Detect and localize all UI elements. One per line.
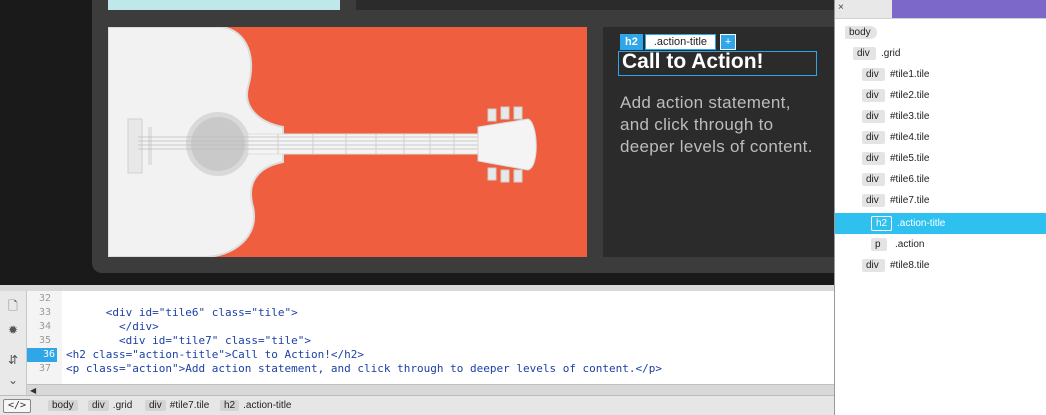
dom-node-grid[interactable]: div .grid — [835, 43, 1046, 64]
dom-node-tag: h2 — [871, 216, 893, 231]
dom-node-tile7[interactable]: div #tile7.tile — [835, 190, 1046, 211]
line-number: 34 — [38, 321, 51, 332]
breadcrumb-action-title[interactable]: h2 .action-title — [220, 399, 291, 412]
guitar-image — [108, 27, 537, 257]
code-view[interactable]: 🗋 ✹ ⇵ ⌄ 32 33 34 35 36 37 <div id="tile6… — [0, 285, 834, 396]
code-line[interactable]: </div> — [66, 320, 159, 334]
line-number: 33 — [38, 307, 51, 318]
dom-node-label: #tile3.tile — [890, 111, 930, 122]
dom-node-tile6[interactable]: div #tile6.tile — [835, 169, 1046, 190]
tile-6-guitar-image[interactable] — [108, 27, 587, 257]
line-number: 32 — [38, 293, 51, 304]
scroll-left-icon[interactable]: ◀ — [30, 386, 36, 395]
code-toolbar: 🗋 ✹ ⇵ ⌄ — [0, 291, 27, 395]
dom-node-tile8[interactable]: div #tile8.tile — [835, 255, 1046, 276]
breadcrumb-label: #tile7.tile — [169, 400, 210, 411]
dom-node-tile5[interactable]: div #tile5.tile — [835, 148, 1046, 169]
dom-node-label: .action-title — [897, 218, 946, 229]
dom-node-action[interactable]: p .action — [835, 234, 1046, 255]
dom-node-tag: p — [871, 238, 887, 251]
code-line[interactable]: <div id="tile6" class="tile"> — [66, 306, 298, 320]
dom-node-tag: div — [853, 47, 876, 60]
dom-node-label: #tile4.tile — [890, 132, 930, 143]
dom-node-body[interactable]: body — [835, 22, 1046, 43]
dom-node-tag: div — [862, 152, 885, 165]
action-paragraph[interactable]: Add action statement, and click through … — [620, 92, 825, 158]
dom-node-tag: div — [862, 89, 885, 102]
dom-panel-header: × — [835, 0, 1046, 19]
dom-node-label: #tile5.tile — [890, 153, 930, 164]
line-number-active: 36 — [27, 348, 57, 362]
dom-node-tile2[interactable]: div #tile2.tile — [835, 85, 1046, 106]
dom-node-label: .grid — [881, 48, 901, 59]
add-class-button[interactable]: + — [720, 34, 737, 50]
close-icon[interactable]: × — [838, 2, 844, 13]
dom-node-label: #tile8.tile — [890, 260, 930, 271]
breadcrumb-grid[interactable]: div .grid — [88, 399, 132, 412]
chevron-down-icon[interactable]: ⌄ — [6, 373, 20, 387]
breadcrumb-label: .action-title — [243, 400, 292, 411]
dom-node-action-title-selected[interactable]: h2 .action-title — [835, 213, 1046, 234]
settings-icon[interactable]: ✹ — [6, 323, 20, 337]
dom-node-tile1[interactable]: div #tile1.tile — [835, 64, 1046, 85]
dom-panel: × body div .grid div #tile1.tile div #ti… — [834, 0, 1046, 415]
code-line-active[interactable]: <h2 class="action-title">Call to Action!… — [66, 348, 364, 362]
code-line[interactable]: <div id="tile7" class="tile"> — [66, 334, 311, 348]
dom-node-tag: div — [862, 131, 885, 144]
line-number-gutter: 32 33 34 35 36 37 — [27, 291, 62, 384]
dom-node-label: #tile7.tile — [890, 195, 930, 206]
live-view: h2 .action-title + Call to Action! Add a… — [0, 0, 834, 285]
file-icon[interactable]: 🗋 — [6, 299, 20, 313]
dom-node-label: #tile6.tile — [890, 174, 930, 185]
breadcrumb-tile7[interactable]: div #tile7.tile — [145, 399, 209, 412]
dom-node-tile4[interactable]: div #tile4.tile — [835, 127, 1046, 148]
element-tag-chip[interactable]: h2 .action-title + — [620, 34, 737, 50]
tag-selector-bar: </> body div .grid div #tile7.tile h2 .acti… — [0, 395, 834, 415]
breadcrumb-tag: div — [145, 400, 166, 411]
tag-chip-class-field[interactable]: .action-title — [644, 34, 717, 50]
breadcrumb-tag: h2 — [220, 400, 240, 411]
code-line[interactable]: <p class="action">Add action statement, … — [66, 362, 662, 376]
code-toggle-button[interactable]: </> — [3, 399, 32, 413]
breadcrumb-label: .grid — [112, 400, 133, 411]
expand-collapse-icon[interactable]: ⇵ — [6, 353, 20, 367]
breadcrumb-tag: body — [48, 400, 78, 411]
tag-chip-tag: h2 — [620, 34, 643, 50]
panel-accent-bar — [892, 0, 1046, 18]
breadcrumb-body[interactable]: body — [48, 399, 82, 412]
dom-node-tag: div — [862, 110, 885, 123]
dom-node-tag: body — [845, 26, 877, 39]
dom-node-tag: div — [862, 259, 885, 272]
dom-node-label: #tile2.tile — [890, 90, 930, 101]
action-title-heading[interactable]: Call to Action! — [622, 50, 764, 74]
tile-partial[interactable] — [356, 0, 834, 10]
line-number: 37 — [38, 363, 51, 374]
tile-5-partial[interactable] — [108, 0, 340, 10]
dom-node-label: #tile1.tile — [890, 69, 930, 80]
dom-node-tag: div — [862, 68, 885, 81]
breadcrumb-tag: div — [88, 400, 109, 411]
dom-node-tile3[interactable]: div #tile3.tile — [835, 106, 1046, 127]
dom-node-label: .action — [895, 239, 925, 250]
dom-node-tag: div — [862, 173, 885, 186]
line-number: 35 — [38, 335, 51, 346]
dom-node-tag: div — [862, 194, 885, 207]
